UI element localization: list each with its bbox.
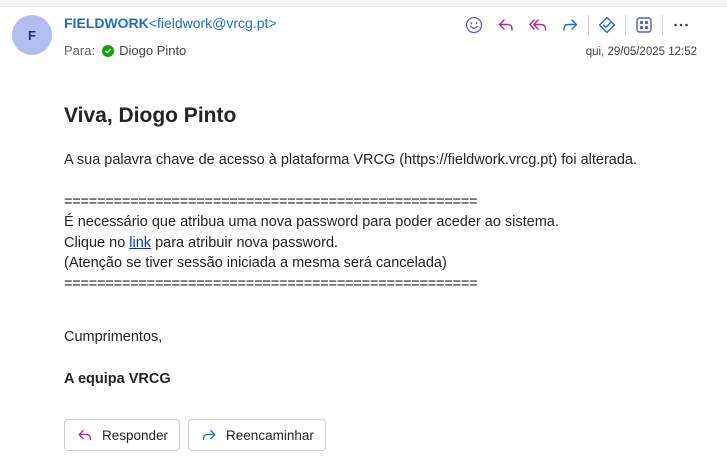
message-greeting: Viva, Diogo Pinto [64,104,237,127]
closing: Cumprimentos, [64,329,163,345]
apps-icon[interactable] [628,11,660,39]
smiley-icon[interactable] [458,11,490,39]
toolbar-divider [588,15,589,35]
forward-icon [203,429,216,441]
quick-actions: Responder Reencaminhar [64,419,326,451]
reply-button[interactable]: Responder [64,419,181,451]
more-icon[interactable] [665,11,697,39]
message-body: A sua palavra chave de acesso à platafor… [64,150,637,389]
forward-button[interactable]: Reencaminhar [188,419,326,451]
presence-available-icon [102,44,115,57]
separator-line-bottom: ========================================… [64,275,478,292]
reply-all-icon[interactable] [522,11,554,39]
separator-line-top: ========================================… [64,193,478,210]
top-bar [0,0,727,7]
message-toolbar [458,11,697,39]
body-line-4: (Atenção se tiver sessão iniciada a mesm… [64,255,447,271]
sender-name: FIELDWORK [64,15,149,31]
body-line-2: É necessário que atribua uma nova passwo… [64,214,559,230]
sender[interactable]: FIELDWORK<fieldwork@vrcg.pt> [64,15,277,31]
recipient-name[interactable]: Diogo Pinto [119,43,186,58]
recipient-line: Para: Diogo Pinto [64,43,186,58]
message-date: qui, 29/05/2025 12:52 [585,46,697,58]
reply-icon [78,429,92,441]
line3-suffix: para atribuir nova password. [151,234,339,251]
sender-email: <fieldwork@vrcg.pt> [148,15,277,31]
reply-label: Responder [102,427,169,443]
toolbar-divider [625,15,626,35]
line3-prefix: Clique no [64,234,130,251]
body-line-1: A sua palavra chave de acesso à platafor… [64,152,638,168]
reset-password-link[interactable]: link [129,235,151,251]
toolbar-divider [662,15,663,35]
forward-icon[interactable] [554,11,586,39]
forward-label: Reencaminhar [226,427,314,443]
to-label: Para: [64,43,96,58]
avatar[interactable]: F [12,15,52,55]
viva-insights-icon[interactable] [591,11,623,39]
reply-icon[interactable] [490,11,522,39]
signature: A equipa VRCG [64,370,171,387]
body-line-3: Clique no link para atribuir nova passwo… [64,233,637,254]
